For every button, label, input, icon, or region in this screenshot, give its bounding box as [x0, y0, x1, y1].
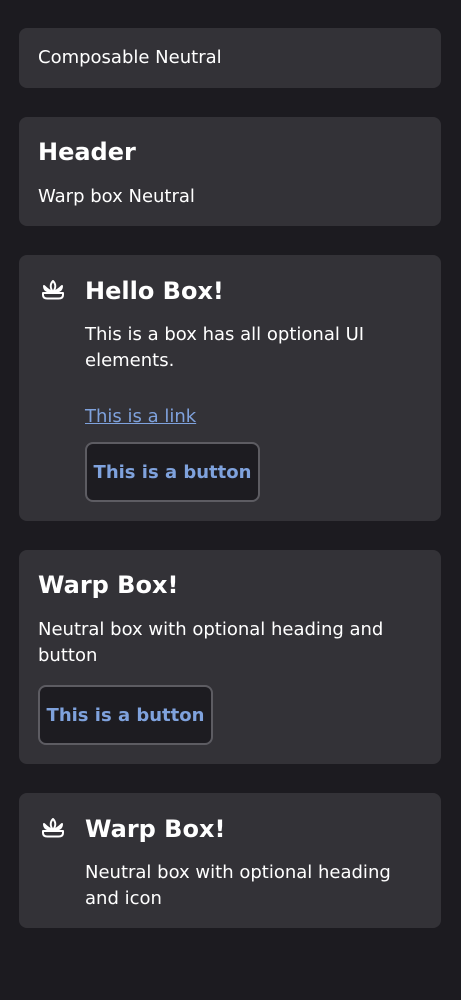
- warp-box-with-button: Warp Box! Neutral box with optional head…: [19, 550, 441, 764]
- hello-box: Hello Box! This is a box has all optiona…: [19, 255, 441, 521]
- box-text: Composable Neutral: [38, 47, 222, 68]
- box-heading: Warp Box!: [38, 571, 179, 599]
- lotus-icon: [40, 816, 66, 840]
- box-button[interactable]: This is a button: [38, 685, 213, 745]
- box-text: Neutral box with optional heading and bu…: [38, 619, 384, 666]
- lotus-icon: [40, 278, 66, 302]
- box-heading: Hello Box!: [85, 277, 224, 305]
- warp-box-with-icon: Warp Box! Neutral box with optional head…: [19, 793, 441, 928]
- box-text: Neutral box with optional heading and ic…: [85, 862, 391, 909]
- box-link[interactable]: This is a link: [85, 404, 196, 430]
- box-text: This is a box has all optional UI elemen…: [85, 324, 365, 371]
- box-button[interactable]: This is a button: [85, 442, 260, 502]
- composable-neutral-box: Composable Neutral: [19, 28, 441, 88]
- warp-box-header: Header Warp box Neutral: [19, 117, 441, 226]
- box-heading: Warp Box!: [85, 815, 226, 843]
- box-heading: Header: [38, 138, 136, 166]
- box-text: Warp box Neutral: [38, 186, 195, 207]
